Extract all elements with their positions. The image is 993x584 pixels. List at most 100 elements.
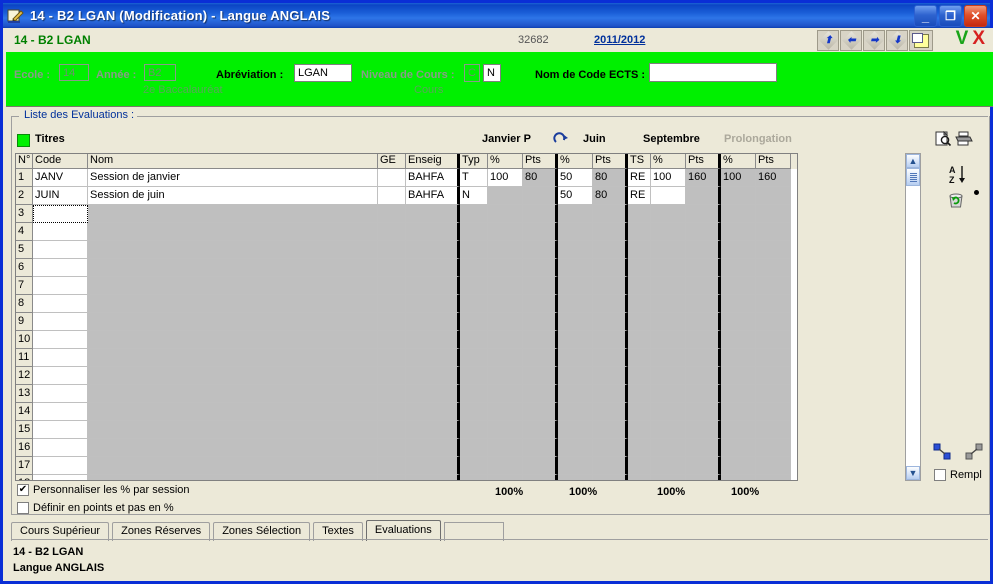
cell-t3[interactable] (686, 367, 721, 385)
cell-p4[interactable]: 100 (721, 169, 756, 187)
cell-ens[interactable] (406, 205, 460, 223)
cell-t3[interactable] (686, 403, 721, 421)
cell-nom[interactable] (88, 259, 378, 277)
cell-ts[interactable] (628, 421, 651, 439)
sort-az-icon[interactable]: A Z (948, 164, 968, 189)
cell-t2[interactable] (593, 313, 628, 331)
maximize-button[interactable]: ❐ (939, 5, 962, 27)
cell-p3[interactable] (651, 259, 686, 277)
cell-typ[interactable] (460, 421, 488, 439)
cell-ge[interactable] (378, 187, 406, 205)
cell-ge[interactable] (378, 367, 406, 385)
cell-ens[interactable] (406, 241, 460, 259)
cell-typ[interactable] (460, 385, 488, 403)
cell-t4[interactable] (756, 205, 791, 223)
evaluations-grid[interactable]: N° Code Nom GE Enseig Typ% Pts% Pts TS% Pts% Pts 1… (15, 153, 798, 481)
cell-p2[interactable]: 50 (558, 169, 593, 187)
nav-last-button[interactable]: ⬇ (886, 30, 908, 51)
cell-typ[interactable] (460, 367, 488, 385)
cell-p1[interactable] (488, 439, 523, 457)
cell-t4[interactable] (756, 475, 791, 480)
grid-header-typ[interactable]: Typ (460, 154, 488, 169)
cell-t4[interactable] (756, 277, 791, 295)
cell-p3[interactable] (651, 421, 686, 439)
cell-p1[interactable] (488, 187, 523, 205)
cell-t2[interactable] (593, 277, 628, 295)
abreviation-field[interactable]: LGAN (294, 64, 352, 82)
cell-p1[interactable] (488, 259, 523, 277)
cell-ge[interactable] (378, 313, 406, 331)
academic-year-link[interactable]: 2011/2012 (594, 34, 645, 46)
cell-t2[interactable] (593, 241, 628, 259)
link-blue-icon[interactable] (933, 443, 953, 464)
cell-p4[interactable] (721, 331, 756, 349)
cell-code[interactable] (33, 385, 88, 403)
cell-t2[interactable] (593, 331, 628, 349)
cell-p3[interactable] (651, 475, 686, 480)
table-row[interactable]: 15 (16, 421, 797, 439)
close-button[interactable]: ✕ (964, 5, 987, 27)
cell-t1[interactable] (523, 367, 558, 385)
scroll-up-button[interactable]: ▲ (906, 154, 920, 168)
cell-t4[interactable] (756, 439, 791, 457)
cell-ge[interactable] (378, 439, 406, 457)
grid-vertical-scrollbar[interactable]: ▲ ▼ (905, 153, 921, 481)
cell-t1[interactable]: 80 (523, 169, 558, 187)
cell-t3[interactable] (686, 475, 721, 480)
cell-ens[interactable] (406, 349, 460, 367)
definir-points-checkbox-box[interactable] (17, 502, 29, 514)
cell-t4[interactable] (756, 259, 791, 277)
grid-header-p3[interactable]: % (651, 154, 686, 169)
cell-t4[interactable] (756, 241, 791, 259)
cell-p1[interactable] (488, 475, 523, 480)
grid-header-t2[interactable]: Pts (593, 154, 628, 169)
personnaliser-checkbox-box[interactable]: ✔ (17, 484, 29, 496)
cell-p1[interactable] (488, 313, 523, 331)
cell-t4[interactable] (756, 313, 791, 331)
cell-code[interactable] (33, 259, 88, 277)
annee-field[interactable]: B2 (144, 64, 176, 81)
cell-t4[interactable] (756, 367, 791, 385)
cell-nom[interactable] (88, 223, 378, 241)
scroll-down-button[interactable]: ▼ (906, 466, 920, 480)
table-row[interactable]: 5 (16, 241, 797, 259)
nav-next-button[interactable]: ➡ (863, 30, 885, 51)
cell-t4[interactable] (756, 421, 791, 439)
cell-ts[interactable] (628, 223, 651, 241)
cell-p4[interactable] (721, 367, 756, 385)
cell-t3[interactable] (686, 277, 721, 295)
rempl-checkbox-box[interactable] (934, 469, 946, 481)
cell-typ[interactable] (460, 331, 488, 349)
cell-t4[interactable] (756, 187, 791, 205)
table-row[interactable]: 9 (16, 313, 797, 331)
cell-typ[interactable]: N (460, 187, 488, 205)
cell-typ[interactable]: T (460, 169, 488, 187)
cell-ts[interactable]: RE (628, 169, 651, 187)
cell-t2[interactable] (593, 223, 628, 241)
print-icon[interactable] (955, 131, 973, 150)
grid-header-p4[interactable]: % (721, 154, 756, 169)
cell-nom[interactable] (88, 457, 378, 475)
cell-ts[interactable] (628, 259, 651, 277)
cell-t1[interactable] (523, 313, 558, 331)
niveau-code-field[interactable]: N (483, 64, 501, 82)
cell-ts[interactable] (628, 205, 651, 223)
cell-p2[interactable] (558, 331, 593, 349)
cell-t3[interactable] (686, 187, 721, 205)
cell-nom[interactable] (88, 349, 378, 367)
cell-typ[interactable] (460, 223, 488, 241)
grid-header-t3[interactable]: Pts (686, 154, 721, 169)
rempl-checkbox[interactable]: Rempl (934, 469, 982, 481)
cell-t3[interactable]: 160 (686, 169, 721, 187)
cell-p4[interactable] (721, 457, 756, 475)
cell-ts[interactable] (628, 277, 651, 295)
cell-t1[interactable] (523, 457, 558, 475)
cell-p1[interactable] (488, 385, 523, 403)
table-row[interactable]: 18 (16, 475, 797, 480)
cell-t4[interactable] (756, 223, 791, 241)
cell-t1[interactable] (523, 277, 558, 295)
cell-t1[interactable] (523, 223, 558, 241)
cell-t2[interactable] (593, 385, 628, 403)
cell-p4[interactable] (721, 241, 756, 259)
minimize-button[interactable]: _ (914, 5, 937, 27)
